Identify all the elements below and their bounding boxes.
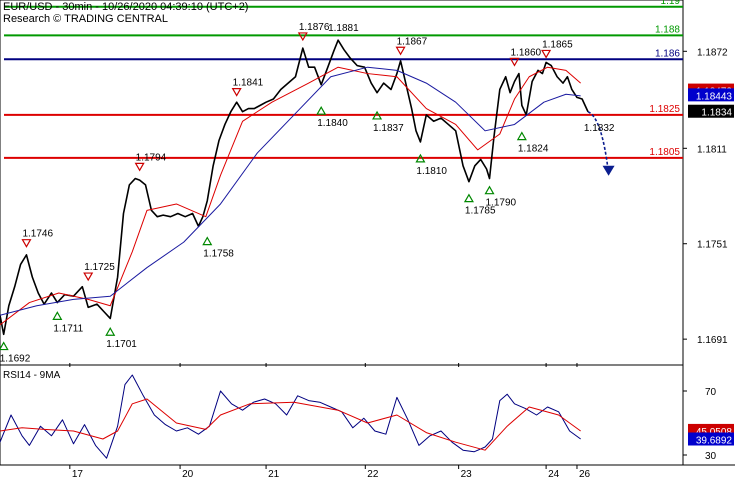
annotation-label: 1.1725 xyxy=(84,262,115,273)
annotation-label: 1.1746 xyxy=(22,229,53,240)
x-tick-label: 23 xyxy=(461,469,473,480)
annotation-label: 1.1832 xyxy=(584,123,615,134)
annotation-label: 1.1758 xyxy=(203,249,234,260)
level-label-support: 1.1825 xyxy=(649,104,680,115)
annotation-label: 1.1711 xyxy=(53,323,83,334)
price-y-tick-label: 1.1751 xyxy=(697,240,728,251)
annotation-label: 1.1841 xyxy=(233,78,264,89)
annotation-label: 1.1692 xyxy=(0,354,31,365)
x-tick-label: 20 xyxy=(182,469,194,480)
price-value-label: 1.18443 xyxy=(696,91,733,102)
x-tick-label: 21 xyxy=(268,469,280,480)
level-label-resistance: 1.188 xyxy=(655,24,680,35)
annotation-label: 1.1865 xyxy=(542,39,573,50)
rsi-y-tick-label: 30 xyxy=(705,451,717,462)
price-value-label: 1.1834 xyxy=(701,108,732,119)
annotation-label: 1.1867 xyxy=(397,36,428,47)
chart-svg: 1.19 1.188 1.186 1.1825 1.1805 1.1692 1.1746 1… xyxy=(0,0,735,480)
x-tick-label: 24 xyxy=(548,469,560,480)
annotation-label: 1.1701 xyxy=(106,339,137,350)
x-tick-label: 17 xyxy=(72,469,84,480)
annotation: 1.1881 xyxy=(328,23,359,34)
annotation-label: 1.1810 xyxy=(416,166,447,177)
annotation-label: 1.1790 xyxy=(486,198,517,209)
rsi-value-label: 39.6892 xyxy=(696,435,733,446)
rsi-title: RSI14 - 9MA xyxy=(3,370,61,381)
annotation-label: 1.1860 xyxy=(511,47,542,58)
annotation-label: 1.1840 xyxy=(317,118,348,129)
chart-background xyxy=(0,0,735,480)
level-label-pivot: 1.186 xyxy=(655,48,680,59)
price-y-tick-label: 1.1872 xyxy=(697,47,728,58)
chart-subtitle: Research © TRADING CENTRAL xyxy=(3,13,168,25)
chart-title: EUR/USD - 30min - 10/26/2020 04:39:10 (U… xyxy=(3,1,249,13)
annotation: 1.1832 xyxy=(584,123,615,134)
x-tick-label: 22 xyxy=(367,469,379,480)
price-y-tick-label: 1.1691 xyxy=(697,335,728,346)
annotation-label: 1.1881 xyxy=(328,23,359,34)
level-label-resistance: 1.19 xyxy=(661,0,681,7)
rsi-y-tick-label: 70 xyxy=(705,387,717,398)
annotation-label: 1.1794 xyxy=(136,152,167,163)
annotation-label: 1.1876 xyxy=(299,22,330,33)
x-tick-label: 26 xyxy=(579,469,591,480)
chart-root: 1.19 1.188 1.186 1.1825 1.1805 1.1692 1.1746 1… xyxy=(0,0,735,480)
annotation-label: 1.1824 xyxy=(518,144,549,155)
price-y-tick-label: 1.1811 xyxy=(697,144,727,155)
level-label-support: 1.1805 xyxy=(649,147,680,158)
annotation-label: 1.1837 xyxy=(373,123,404,134)
